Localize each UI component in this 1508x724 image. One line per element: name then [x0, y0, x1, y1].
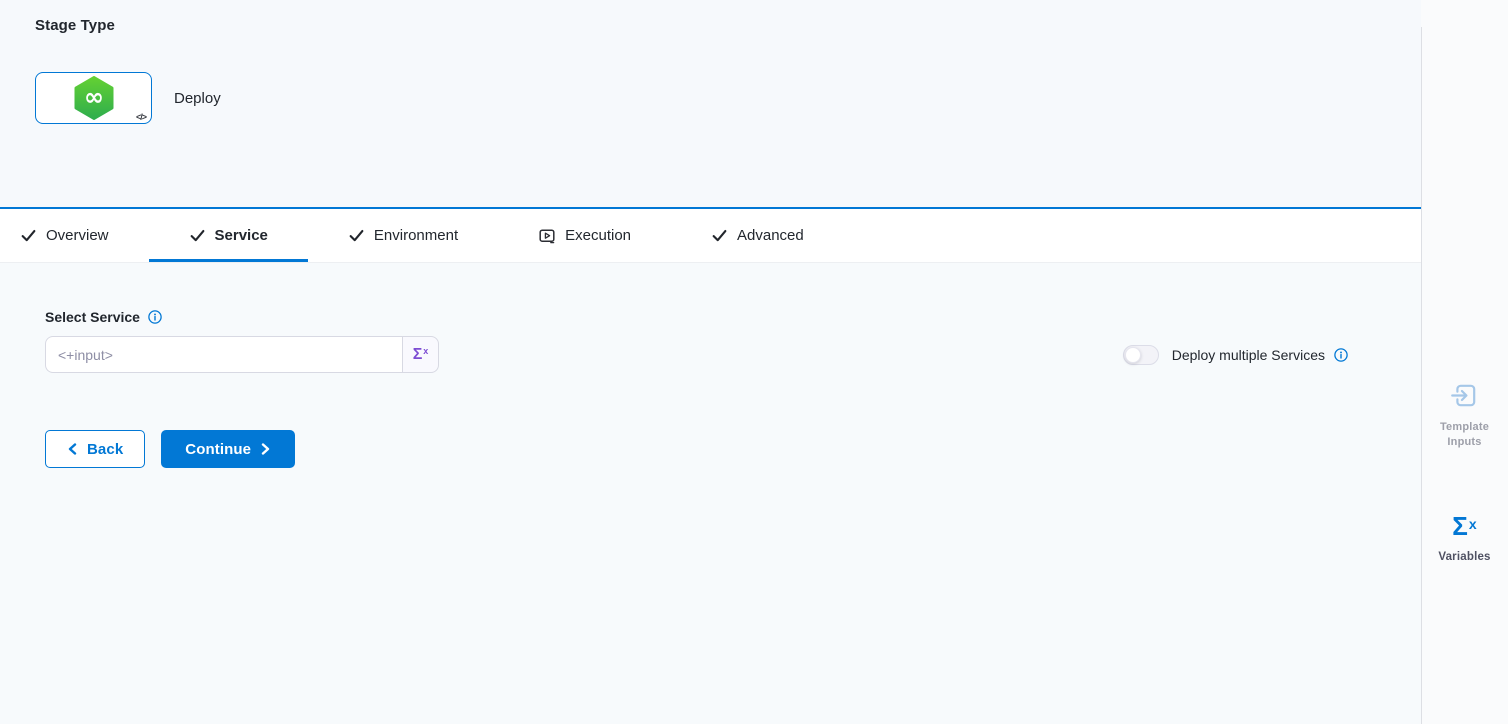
stage-tabs: Overview Service Environment — [0, 207, 1421, 263]
info-icon[interactable] — [1334, 348, 1348, 362]
template-inputs-icon — [1449, 380, 1480, 411]
tab-label: Execution — [565, 227, 631, 244]
info-icon[interactable] — [148, 310, 162, 324]
check-icon — [711, 227, 728, 244]
sigma-icon: Σ — [413, 347, 423, 363]
check-icon — [20, 227, 37, 244]
service-form-row: Σ x Deploy multiple Services — [45, 336, 1421, 373]
stage-type-row: ∞ </> Deploy — [35, 72, 1421, 124]
service-input-group: Σ x — [45, 336, 439, 373]
variables-label: Variables — [1438, 551, 1490, 563]
back-button[interactable]: Back — [45, 430, 145, 468]
select-service-label: Select Service — [45, 309, 140, 325]
service-tab-content: Select Service Σ x — [0, 263, 1421, 724]
select-service-input[interactable] — [45, 336, 402, 373]
stage-type-section: Stage Type ∞ — [0, 0, 1421, 207]
tab-environment[interactable]: Environment — [308, 209, 498, 262]
deploy-multiple-services-group: Deploy multiple Services — [1123, 345, 1348, 365]
stage-type-heading: Stage Type — [35, 17, 1421, 34]
right-rail: Template Inputs Σ x Variables — [1421, 0, 1508, 724]
template-inputs-label: Template Inputs — [1434, 420, 1496, 450]
stage-config-panel: Stage Type ∞ — [0, 0, 1421, 724]
code-icon: </> — [136, 112, 146, 122]
rail-divider — [1421, 27, 1422, 724]
tab-label: Advanced — [737, 227, 804, 244]
variables-button[interactable]: Σ x Variables — [1421, 511, 1508, 563]
check-icon — [189, 227, 206, 244]
tab-label: Service — [215, 227, 268, 244]
cd-hexagon-icon: ∞ — [72, 76, 116, 120]
select-service-label-row: Select Service — [45, 309, 1421, 325]
app-root: Stage Type ∞ — [0, 0, 1508, 724]
tab-label: Overview — [46, 227, 109, 244]
variables-sigma-icon: Σ x — [1452, 511, 1476, 541]
chevron-right-icon — [260, 443, 271, 455]
deploy-stage-card[interactable]: ∞ </> — [35, 72, 152, 124]
svg-text:∞: ∞ — [84, 83, 104, 111]
tab-overview[interactable]: Overview — [20, 209, 149, 262]
continue-button[interactable]: Continue — [161, 430, 295, 468]
check-icon — [348, 227, 365, 244]
deploy-multiple-services-toggle[interactable] — [1123, 345, 1159, 365]
deploy-multiple-services-label: Deploy multiple Services — [1172, 347, 1325, 363]
tab-execution[interactable]: Execution — [498, 209, 671, 262]
tab-advanced[interactable]: Advanced — [671, 209, 844, 262]
runtime-input-sigma-button[interactable]: Σ x — [402, 336, 439, 373]
toggle-knob — [1125, 347, 1141, 363]
tab-service[interactable]: Service — [149, 209, 308, 262]
template-inputs-button[interactable]: Template Inputs — [1421, 380, 1508, 450]
chevron-left-icon — [67, 443, 78, 455]
tab-label: Environment — [374, 227, 458, 244]
stage-type-label: Deploy — [174, 90, 221, 107]
wizard-button-row: Back Continue — [45, 430, 1421, 468]
play-square-icon — [538, 227, 556, 245]
